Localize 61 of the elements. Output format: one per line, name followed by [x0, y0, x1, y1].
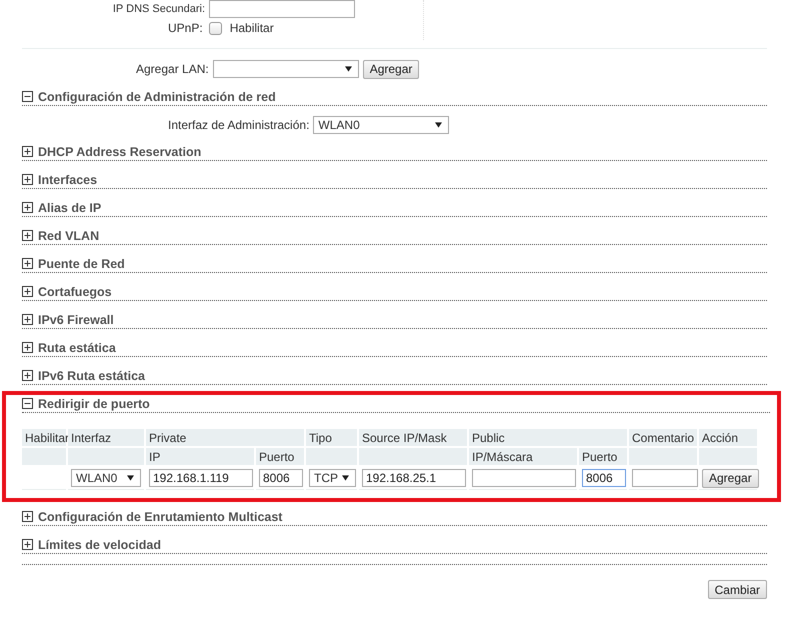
column-header: IP	[146, 448, 254, 465]
section-title[interactable]: Ruta estática	[38, 340, 116, 354]
checkbox[interactable]	[208, 22, 222, 34]
column-header: IP/Máscara	[469, 448, 577, 465]
caret-icon	[435, 122, 442, 128]
save-button[interactable]: Cambiar	[708, 580, 767, 599]
field-label: UPnP:	[168, 21, 203, 35]
add-button[interactable]: Agregar	[702, 468, 759, 488]
expand-icon[interactable]	[22, 539, 33, 550]
section-title[interactable]: Alias de IP	[38, 200, 102, 214]
section-title[interactable]: IPv6 Firewall	[38, 312, 114, 326]
dropdown[interactable]: WLAN0	[71, 469, 141, 487]
input-field[interactable]	[209, 0, 355, 18]
column-header: Public	[469, 429, 627, 446]
section-title[interactable]: Cortafuegos	[38, 284, 112, 298]
input-field[interactable]: 192.168.25.1	[362, 469, 466, 487]
field-label: Agregar LAN:	[136, 62, 209, 76]
collapse-icon[interactable]	[22, 91, 33, 102]
section-title[interactable]: IPv6 Ruta estática	[38, 368, 145, 382]
field-label: Interfaz de Administración:	[168, 118, 310, 132]
expand-icon[interactable]	[22, 146, 33, 157]
column-header: Acción	[699, 429, 757, 446]
section-title[interactable]: Configuración de Administración de red	[38, 90, 276, 104]
section-title[interactable]: Interfaces	[38, 172, 98, 186]
expand-icon[interactable]	[22, 342, 33, 353]
add-button[interactable]: Agregar	[362, 60, 420, 78]
column-header: Comentario	[629, 429, 697, 446]
input-field[interactable]: 8006	[582, 469, 626, 487]
caret-icon	[342, 475, 349, 481]
expand-icon[interactable]	[22, 314, 33, 325]
caret-icon	[344, 66, 352, 72]
column-header: Puerto	[256, 448, 304, 465]
input-field[interactable]	[472, 469, 576, 487]
checkbox-label: Habilitar	[230, 21, 274, 35]
section-title[interactable]: Redirigir de puerto	[38, 396, 150, 410]
dropdown[interactable]: WLAN0	[313, 116, 450, 134]
expand-icon[interactable]	[22, 230, 33, 241]
input-field[interactable]: 192.168.1.119	[149, 469, 253, 487]
expand-icon[interactable]	[22, 202, 33, 213]
expand-icon[interactable]	[22, 370, 33, 381]
column-header: Habilitar	[22, 429, 66, 446]
input-field[interactable]: 8006	[259, 469, 303, 487]
section-title[interactable]: Límites de velocidad	[38, 538, 161, 552]
field-label: IP DNS Secundari:	[112, 2, 205, 16]
caret-icon	[127, 475, 134, 481]
expand-icon[interactable]	[22, 511, 33, 522]
section-title[interactable]: DHCP Address Reservation	[38, 144, 202, 158]
column-header: Private	[146, 429, 304, 446]
section-title[interactable]: Red VLAN	[38, 228, 100, 242]
column-header: Tipo	[306, 429, 357, 446]
expand-icon[interactable]	[22, 258, 33, 269]
expand-icon[interactable]	[22, 174, 33, 185]
column-header: Source IP/Mask	[359, 429, 467, 446]
section-title[interactable]: Puente de Red	[38, 256, 125, 270]
input-field[interactable]	[632, 469, 698, 487]
expand-icon[interactable]	[22, 286, 33, 297]
column-header: Puerto	[579, 448, 627, 465]
section-title[interactable]: Configuración de Enrutamiento Multicast	[38, 510, 282, 524]
collapse-icon[interactable]	[22, 398, 33, 409]
column-header: Interfaz	[68, 429, 144, 446]
dropdown[interactable]: TCP	[309, 469, 356, 487]
